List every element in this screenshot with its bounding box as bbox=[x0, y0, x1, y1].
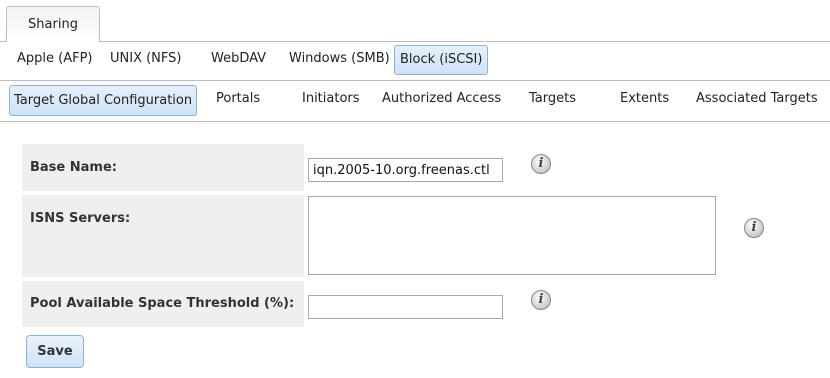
pool-threshold-label: Pool Available Space Threshold (%): bbox=[22, 281, 304, 327]
info-icon[interactable]: i bbox=[531, 290, 551, 310]
top-tab-bar: Sharing bbox=[0, 0, 830, 42]
tab-portals[interactable]: Portals bbox=[216, 80, 260, 118]
info-icon[interactable]: i bbox=[744, 218, 764, 238]
tab-authorized-access[interactable]: Authorized Access bbox=[382, 80, 501, 118]
iscsi-config-tabs: Target Global Configuration Portals Init… bbox=[0, 80, 830, 122]
tab-unix-nfs[interactable]: UNIX (NFS) bbox=[110, 42, 181, 80]
tab-webdav[interactable]: WebDAV bbox=[211, 42, 266, 80]
sharing-type-tabs: Apple (AFP) UNIX (NFS) WebDAV Windows (S… bbox=[0, 42, 830, 81]
tab-windows-smb[interactable]: Windows (SMB) bbox=[289, 42, 390, 80]
tab-target-global-configuration[interactable]: Target Global Configuration bbox=[9, 85, 198, 116]
base-name-label: Base Name: bbox=[22, 144, 304, 191]
tab-apple-afp[interactable]: Apple (AFP) bbox=[17, 42, 93, 80]
pool-threshold-input[interactable] bbox=[308, 295, 503, 319]
tab-sharing[interactable]: Sharing bbox=[6, 6, 100, 42]
base-name-input[interactable] bbox=[308, 158, 503, 182]
tab-initiators[interactable]: Initiators bbox=[302, 80, 360, 118]
tab-targets[interactable]: Targets bbox=[529, 80, 576, 118]
isns-servers-textarea[interactable] bbox=[308, 196, 716, 275]
tab-extents[interactable]: Extents bbox=[620, 80, 669, 118]
isns-servers-label: ISNS Servers: bbox=[22, 195, 304, 277]
info-icon[interactable]: i bbox=[531, 154, 551, 174]
tab-block-iscsi[interactable]: Block (iSCSI) bbox=[394, 45, 489, 75]
save-button[interactable]: Save bbox=[26, 335, 84, 368]
tab-associated-targets[interactable]: Associated Targets bbox=[696, 80, 818, 118]
